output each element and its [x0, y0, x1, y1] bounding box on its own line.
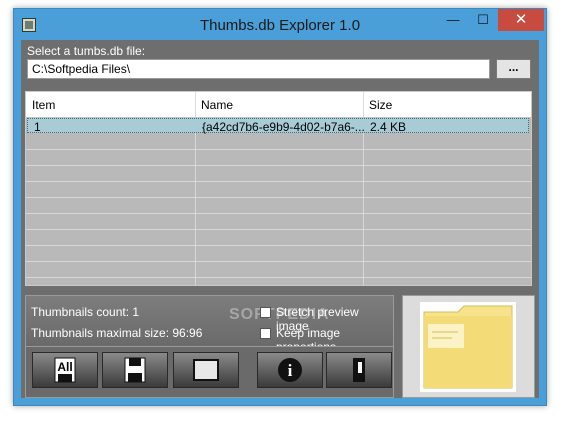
keep-proportions-checkbox[interactable] [260, 328, 271, 339]
empty-row [26, 246, 531, 262]
empty-row [26, 166, 531, 182]
column-header-item[interactable]: Item [32, 98, 55, 112]
maximize-button[interactable]: ☐ [469, 9, 497, 31]
info-panel: SOFTPEDIA Thumbnails count: 1 Thumbnails… [25, 295, 394, 354]
about-button[interactable]: i [257, 352, 323, 388]
action-toolbar: All i [25, 346, 394, 398]
thumbnails-count: Thumbnails count: 1 [31, 305, 140, 319]
empty-row [26, 214, 531, 230]
thumbnails-max-size: Thumbnails maximal size: 96:96 [31, 326, 203, 340]
empty-row [26, 150, 531, 166]
file-select-label: Select a tumbs.db file: [27, 44, 146, 58]
preview-panel [402, 295, 535, 398]
column-header-name[interactable]: Name [201, 98, 233, 112]
exit-door-icon [353, 358, 365, 382]
extract-all-button[interactable]: All [32, 352, 98, 388]
all-text: All [57, 360, 72, 374]
empty-row [26, 230, 531, 246]
thumbnail-list[interactable]: Item Name Size 1 {a42cd7b6-e9b9-4d02-b7a… [25, 91, 532, 286]
close-button[interactable]: ✕ [498, 9, 544, 31]
cell-size: 2.4 KB [370, 120, 407, 134]
empty-row [26, 262, 531, 278]
cell-item: 1 [34, 120, 41, 134]
column-header-size[interactable]: Size [369, 98, 392, 112]
floppy-icon [124, 357, 146, 383]
client-area: Select a tumbs.db file: ... Item Name Si… [21, 40, 539, 398]
column-divider[interactable] [363, 92, 364, 117]
browse-button[interactable]: ... [496, 59, 531, 79]
app-window: Thumbs.db Explorer 1.0 — ☐ ✕ Select a tu… [13, 8, 547, 406]
title-bar[interactable]: Thumbs.db Explorer 1.0 — ☐ ✕ [14, 9, 546, 41]
empty-row [26, 198, 531, 214]
file-path-input[interactable] [27, 59, 490, 79]
empty-row [26, 134, 531, 150]
column-divider[interactable] [195, 92, 196, 117]
cell-name: {a42cd7b6-e9b9-4d02-b7a6-... [202, 120, 365, 134]
thumbnail-preview [420, 302, 516, 392]
table-row[interactable]: 1 {a42cd7b6-e9b9-4d02-b7a6-... 2.4 KB [27, 118, 529, 134]
empty-row [26, 182, 531, 198]
preview-button[interactable] [173, 352, 239, 388]
info-glyph: i [288, 361, 293, 380]
info-icon: i [278, 358, 302, 382]
exit-button[interactable] [326, 352, 392, 388]
save-button[interactable] [102, 352, 168, 388]
stretch-preview-checkbox[interactable] [260, 307, 271, 318]
minimize-button[interactable]: — [439, 9, 467, 31]
folder-icon [423, 305, 513, 389]
list-header: Item Name Size [26, 92, 531, 118]
save-all-icon: All [54, 357, 76, 383]
window-icon [193, 359, 219, 381]
